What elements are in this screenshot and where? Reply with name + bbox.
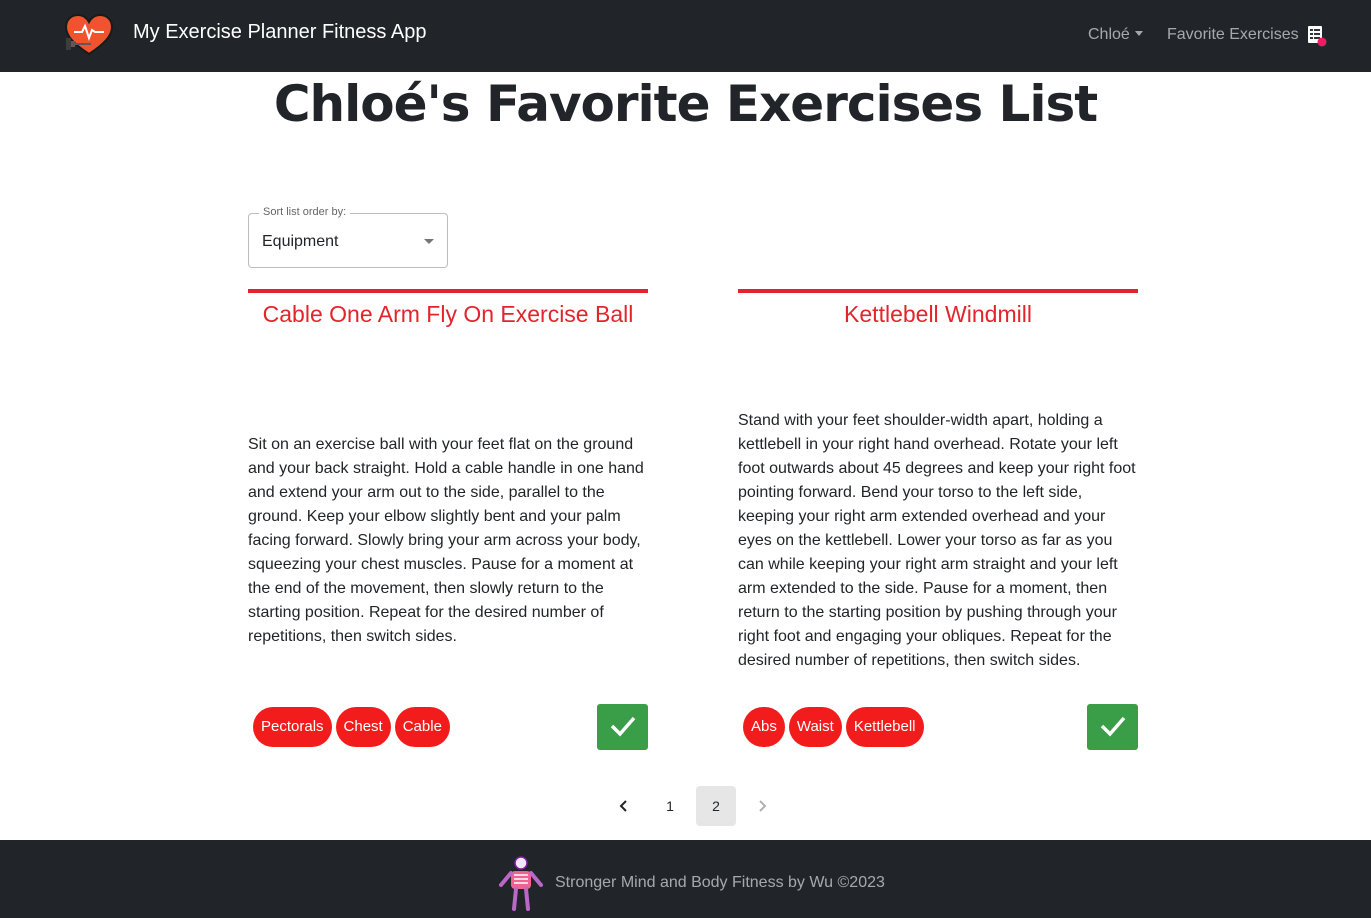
skeleton-icon <box>499 856 543 911</box>
dropdown-arrow-icon <box>424 239 434 244</box>
pagination-previous-button[interactable] <box>604 786 644 826</box>
heart-dumbbell-icon[interactable] <box>64 14 114 56</box>
sort-select-label: Sort list order by: <box>259 206 351 218</box>
favorite-toggle-button[interactable] <box>597 704 648 750</box>
caret-down-icon <box>1134 31 1143 36</box>
sort-order-select[interactable]: Sort list order by: Equipment <box>248 206 448 268</box>
chevron-right-icon <box>759 800 767 812</box>
page-footer: Stronger Mind and Body Fitness by Wu ©20… <box>0 840 1371 918</box>
pagination-page-1[interactable]: 1 <box>650 786 690 826</box>
user-menu-label: Chloé <box>1088 26 1130 43</box>
target-muscle-tag[interactable]: Abs <box>743 707 785 747</box>
card-divider <box>738 289 1138 293</box>
sort-selected-value: Equipment <box>262 233 339 250</box>
body-part-tag[interactable]: Waist <box>788 707 842 747</box>
exercise-card: Cable One Arm Fly On Exercise Ball Sit o… <box>248 289 648 751</box>
exercise-tags: Abs Waist Kettlebell <box>743 707 924 747</box>
body-part-tag[interactable]: Chest <box>335 707 391 747</box>
checkmark-icon <box>610 716 636 737</box>
chevron-left-icon <box>619 800 627 812</box>
exercise-title[interactable]: Cable One Arm Fly On Exercise Ball <box>248 301 648 328</box>
exercise-tags: Pectorals Chest Cable <box>253 707 450 747</box>
target-muscle-tag[interactable]: Pectorals <box>253 707 332 747</box>
checkmark-icon <box>1100 716 1126 737</box>
exercise-card: Kettlebell Windmill Stand with your feet… <box>738 289 1138 751</box>
favorite-toggle-button[interactable] <box>1087 704 1138 750</box>
equipment-tag[interactable]: Cable <box>394 707 450 747</box>
list-heart-icon[interactable] <box>1306 25 1328 47</box>
page-title: Chloé's Favorite Exercises List <box>273 75 1098 133</box>
top-navbar: My Exercise Planner Fitness App Chloé Fa… <box>0 0 1371 72</box>
exercise-description: Stand with your feet shoulder-width apar… <box>738 412 1136 669</box>
pagination-next-button[interactable] <box>742 786 782 826</box>
exercise-title[interactable]: Kettlebell Windmill <box>738 301 1138 328</box>
user-menu-dropdown[interactable]: Chloé <box>1088 26 1143 44</box>
favorite-exercises-link[interactable]: Favorite Exercises <box>1167 26 1299 44</box>
equipment-tag[interactable]: Kettlebell <box>845 707 924 747</box>
exercise-description: Sit on an exercise ball with your feet f… <box>248 436 644 645</box>
pagination-page-2[interactable]: 2 <box>696 786 736 826</box>
footer-copyright: Stronger Mind and Body Fitness by Wu ©20… <box>555 874 885 891</box>
app-title[interactable]: My Exercise Planner Fitness App <box>133 21 426 44</box>
card-divider <box>248 289 648 293</box>
